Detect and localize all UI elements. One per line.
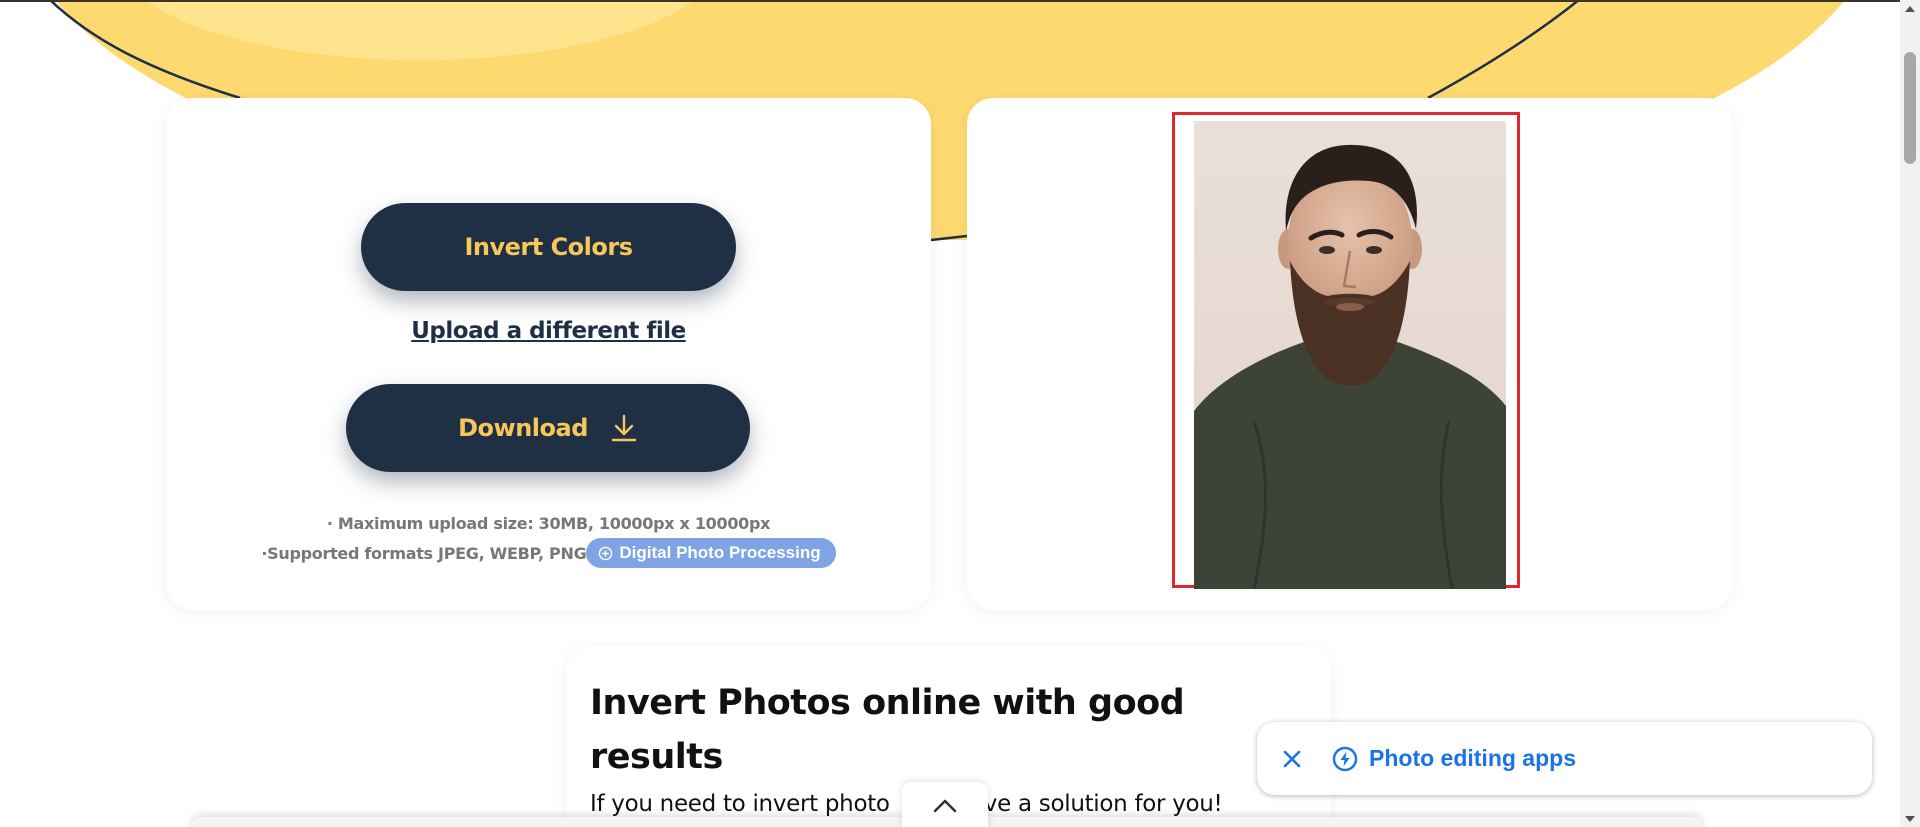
portrait-photo <box>1194 121 1506 589</box>
digital-photo-processing-badge[interactable]: Digital Photo Processing <box>586 538 836 568</box>
download-arrow-icon <box>611 414 637 442</box>
scrollbar-thumb[interactable] <box>1904 52 1916 164</box>
image-selection-frame[interactable] <box>1172 112 1520 589</box>
close-icon[interactable] <box>1279 746 1305 772</box>
invert-colors-label: Invert Colors <box>464 233 633 261</box>
photo-editing-apps-label[interactable]: Photo editing apps <box>1369 745 1576 772</box>
scroll-to-top-button[interactable] <box>902 782 988 827</box>
preview-image <box>1194 121 1506 589</box>
invert-colors-button[interactable]: Invert Colors <box>361 203 736 291</box>
triangle-down-icon <box>1905 815 1915 822</box>
preview-card <box>967 98 1732 610</box>
download-label: Download <box>458 414 588 442</box>
article-title: Invert Photos online with good results <box>590 683 1185 777</box>
article-intro-part2: ave a solution for you! <box>970 791 1223 817</box>
max-upload-size-text: · Maximum upload size: 30MB, 10000px x 1… <box>326 514 771 533</box>
scroll-down-arrow[interactable] <box>1900 810 1920 827</box>
upload-different-file-link[interactable]: Upload a different file <box>166 318 931 344</box>
chevron-up-icon <box>933 799 957 813</box>
photo-editing-apps-chip[interactable]: Photo editing apps <box>1257 722 1872 795</box>
supported-formats-text: ·Supported formats JPEG, WEBP, PNG <box>261 543 587 563</box>
page: Invert Colors Upload a different file Do… <box>0 0 1920 827</box>
tool-card: Invert Colors Upload a different file Do… <box>166 98 931 610</box>
download-button[interactable]: Download <box>346 384 750 472</box>
badge-label: Digital Photo Processing <box>619 543 821 562</box>
scroll-up-arrow[interactable] <box>1900 0 1920 17</box>
article-intro-part1: If you need to invert photo <box>590 791 890 817</box>
bolt-circle-icon <box>1332 746 1358 771</box>
vertical-scrollbar[interactable] <box>1900 0 1920 827</box>
supported-formats-row: ·Supported formats JPEG, WEBP, PNG Digit… <box>166 538 931 568</box>
plus-circle-icon <box>599 546 613 560</box>
triangle-up-icon <box>1905 5 1915 12</box>
